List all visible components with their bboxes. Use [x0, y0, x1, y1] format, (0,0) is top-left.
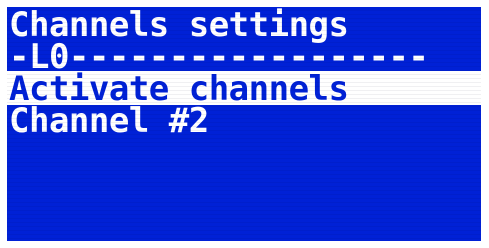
menu-item-activate-channels[interactable]: Activate channels: [7, 71, 481, 105]
menu-item-channel-2[interactable]: Channel #2: [7, 103, 481, 140]
lcd-screen: Channels settings -L0------------------ …: [7, 7, 481, 241]
